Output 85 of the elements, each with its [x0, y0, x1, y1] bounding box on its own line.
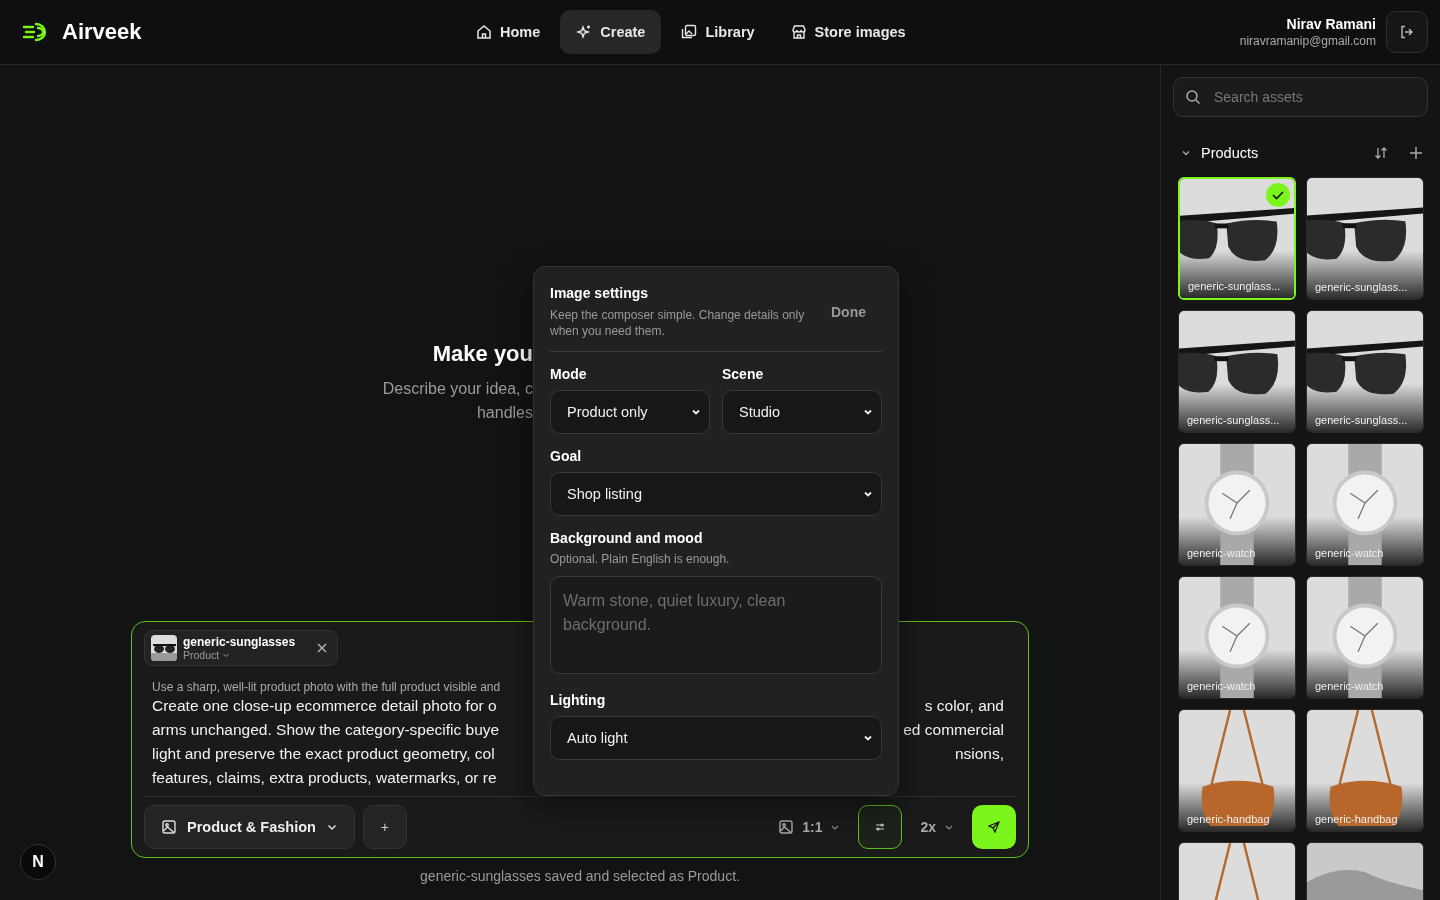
chevron-down-icon [222, 651, 231, 659]
field-hint: Optional. Plain English is enough. [550, 552, 731, 566]
asset-tile[interactable]: generic-sunglass... [1306, 177, 1424, 300]
nav-tab[interactable]: Create [560, 10, 662, 54]
dev-badge[interactable]: N [20, 844, 56, 880]
nav-tab[interactable]: Store images [774, 10, 922, 54]
close-icon[interactable] [317, 643, 328, 653]
mode-select[interactable]: Product only [550, 390, 710, 434]
asset-tile[interactable]: generic-handbag [1178, 709, 1296, 832]
nav-tab[interactable]: Library [665, 10, 771, 54]
hero-title: Make you [431, 341, 533, 367]
image-icon [778, 819, 795, 835]
send-button[interactable] [972, 805, 1016, 849]
sort-icon[interactable] [1374, 146, 1388, 160]
logout-button[interactable] [1386, 11, 1428, 53]
add-icon[interactable] [1410, 147, 1422, 159]
store-icon [790, 24, 807, 40]
sliders-icon [874, 821, 887, 833]
popover-description: Keep the composer simple. Change details only when you need them. [550, 307, 805, 339]
field-label: Mode [550, 366, 588, 382]
user-name: Nirav Ramani [1286, 16, 1376, 32]
prompt-text: Create one close-up ecommerce detail photo for o [152, 696, 497, 716]
field-label: Scene [722, 366, 765, 382]
status-message: generic-sunglasses saved and selected as Product. [419, 868, 741, 884]
lighting-select[interactable]: Auto light [550, 716, 882, 760]
check-icon [1266, 183, 1290, 207]
asset-name: generic-watch [1315, 680, 1384, 692]
brand-name: Airveek [62, 19, 142, 45]
asset-tile[interactable]: generic-watch [1306, 576, 1424, 699]
asset-tile[interactable]: generic-sunglass... [1178, 177, 1296, 300]
chevron-down-icon [863, 407, 873, 417]
search-field[interactable]: Search assets [1173, 77, 1428, 117]
prompt-text: arms unchanged. Show the category-specific buye [152, 720, 500, 740]
scene-select[interactable]: Studio [722, 390, 882, 434]
asset-name: generic-sunglass... [1315, 281, 1408, 293]
attachment-name: generic-sunglasses [183, 635, 296, 649]
home-icon [476, 24, 492, 40]
category-dropdown[interactable]: Product & Fashion [144, 805, 355, 849]
asset-name: generic-watch [1187, 680, 1256, 692]
role-dropdown[interactable]: Product [183, 649, 296, 661]
user-email: niravramanip@gmail.com [1239, 34, 1376, 48]
chevron-down-icon [691, 407, 701, 417]
hero-text: handles [475, 403, 533, 423]
prompt-text: light and preserve the exact product geometry, col [152, 744, 495, 764]
asset-name: generic-handbag [1315, 813, 1398, 825]
sparkle-icon [576, 24, 593, 40]
asset-tile[interactable]: generic-sunglass... [1178, 310, 1296, 433]
add-button[interactable]: + [362, 805, 407, 849]
images-icon [681, 24, 698, 40]
settings-button[interactable] [858, 805, 903, 849]
prompt-text: nsions, [954, 744, 1004, 764]
send-icon [988, 821, 1000, 833]
image-icon [161, 819, 177, 835]
done-button[interactable]: Done [815, 304, 882, 320]
prompt-hint: Use a sharp, well-lit product photo with the full product visible and [152, 680, 502, 694]
hero-text: Describe your idea, c [381, 379, 533, 399]
field-label: Background and mood [550, 530, 704, 546]
goal-select[interactable]: Shop listing [550, 472, 882, 516]
asset-tile[interactable]: generic-watch [1178, 576, 1296, 699]
prompt-text: features, claims, extra products, watermarks, or re [152, 768, 497, 788]
prompt-text: ed commercial [903, 720, 1004, 740]
field-label: Goal [550, 448, 583, 464]
asset-tile[interactable]: generic-watch [1306, 443, 1424, 566]
asset-tile[interactable]: generic-watch [1178, 443, 1296, 566]
aspect-dropdown[interactable]: 1:1 [768, 805, 851, 849]
logout-icon [1399, 24, 1415, 40]
section-title: Products [1201, 145, 1260, 161]
asset-name: generic-sunglass... [1315, 414, 1408, 426]
asset-name: generic-handbag [1187, 813, 1270, 825]
chevron-down-icon [863, 489, 873, 499]
popover-title: Image settings [550, 285, 650, 301]
asset-name: generic-sunglass... [1187, 414, 1280, 426]
asset-name: generic-sunglass... [1188, 280, 1281, 292]
scale-dropdown[interactable]: 2x [910, 805, 964, 849]
asset-name: generic-watch [1187, 547, 1256, 559]
background-input[interactable]: Warm stone, quiet luxury, clean background. [550, 576, 882, 674]
asset-tile[interactable]: generic-handbag [1306, 709, 1424, 832]
nav-tab[interactable]: Home [460, 10, 557, 54]
chevron-down-icon[interactable] [1181, 148, 1191, 158]
chevron-down-icon [863, 733, 873, 743]
asset-name: generic-watch [1315, 547, 1384, 559]
attachment-chip[interactable]: generic-sunglasses Product [144, 630, 339, 666]
field-label: Lighting [550, 692, 607, 708]
prompt-text: s color, and [924, 696, 1004, 716]
asset-tile[interactable]: generic-sunglass... [1306, 310, 1424, 433]
